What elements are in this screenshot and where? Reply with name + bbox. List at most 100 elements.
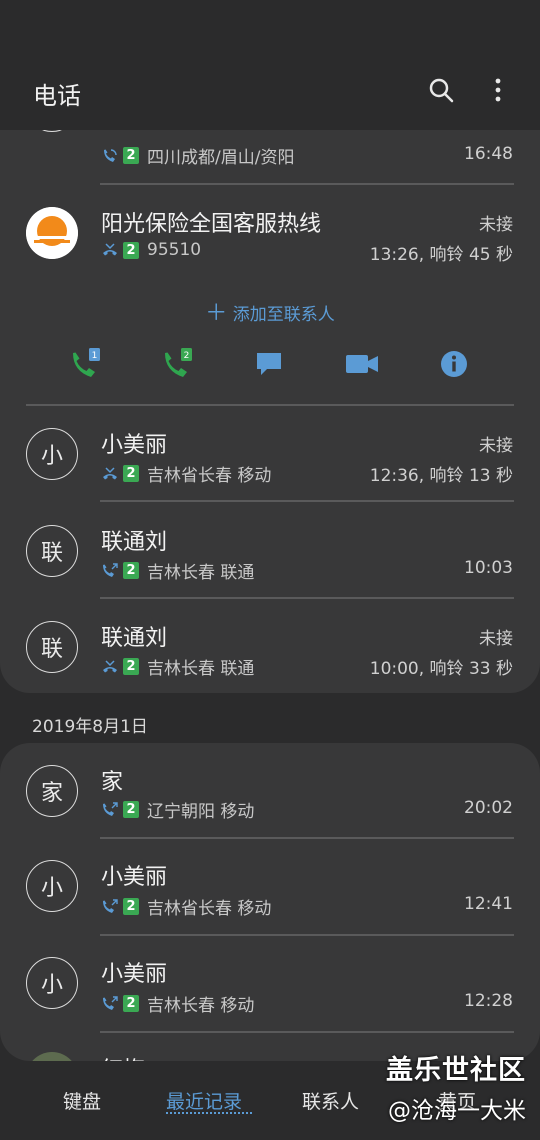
location: 吉林省长春 移动 <box>147 899 272 919</box>
more-vert-icon <box>495 78 501 102</box>
sim-badge: 2 <box>123 995 139 1012</box>
video-call-button[interactable] <box>342 344 382 384</box>
call-status: 未接 <box>479 436 513 456</box>
call-sim2-button[interactable]: 2 <box>158 344 198 384</box>
call-info: 2 吉林长春 联通 <box>101 654 254 679</box>
outgoing-call-icon <box>103 995 118 1010</box>
contact-name: 小美丽 <box>101 962 168 987</box>
call-status: 未接 <box>479 629 513 649</box>
call-time: 13:26, 响铃 45 秒 <box>369 245 513 265</box>
call-time: 12:28 <box>464 991 513 1011</box>
contact-name: 红梅 <box>101 1052 145 1061</box>
call-log-card-today: 2 四川成都/眉山/资阳 16:48 阳光保险全国客服热线 未接 2 95510… <box>0 90 540 693</box>
divider <box>100 597 514 599</box>
contact-name: 联通刘 <box>101 626 168 651</box>
watermark-user: @沧海一大米 <box>388 1098 526 1124</box>
sim-badge: 2 <box>123 658 139 675</box>
list-item[interactable]: 小 小美丽 2 吉林长春 移动 12:28 <box>0 937 540 1034</box>
call-time: 16:48 <box>464 144 513 164</box>
contact-name: 阳光保险全国客服热线 <box>101 212 322 237</box>
search-icon <box>429 78 454 103</box>
location: 辽宁朝阳 移动 <box>147 802 255 822</box>
avatar: 小 <box>26 957 78 1009</box>
company-logo <box>26 207 78 259</box>
app-bar: 电话 <box>0 0 540 130</box>
plus-icon: ＋ <box>205 301 228 326</box>
avatar: 联 <box>26 525 78 577</box>
call-info: 2 辽宁朝阳 移动 <box>101 797 254 822</box>
contact-name: 小美丽 <box>101 433 168 458</box>
contact-name: 家 <box>101 770 124 795</box>
video-camera-icon <box>346 355 378 373</box>
divider <box>100 934 514 936</box>
list-item[interactable]: 联 联通刘 未接 2 吉林长春 联通 10:00, 响铃 33 秒 <box>0 601 540 693</box>
phone-sim1-icon: 1 <box>73 348 100 377</box>
call-time: 10:03 <box>464 558 513 578</box>
svg-text:1: 1 <box>92 351 98 361</box>
location: 四川成都/眉山/资阳 <box>147 148 295 168</box>
add-to-contacts-button[interactable]: ＋ 添加至联系人 <box>0 295 540 327</box>
message-icon <box>257 353 281 375</box>
phone-number: 95510 <box>147 240 202 260</box>
location: 吉林省长春 移动 <box>147 466 272 486</box>
divider <box>100 1031 514 1033</box>
contact-name: 小美丽 <box>101 865 168 890</box>
list-item[interactable]: 家 家 2 辽宁朝阳 移动 20:02 <box>0 743 540 840</box>
call-info: 2 吉林省长春 移动 <box>101 894 271 919</box>
svg-text:2: 2 <box>184 351 190 361</box>
divider <box>100 183 514 185</box>
location: 吉林长春 联通 <box>147 563 255 583</box>
list-item[interactable]: 联 联通刘 2 吉林长春 联通 10:03 <box>0 505 540 602</box>
date-section-header: 2019年8月1日 <box>32 717 148 737</box>
info-icon <box>441 351 467 377</box>
call-sim1-button[interactable]: 1 <box>66 344 106 384</box>
call-info: 2 吉林长春 联通 <box>101 558 254 583</box>
more-options-button[interactable] <box>480 72 516 108</box>
call-info: 2 四川成都/眉山/资阳 <box>101 143 294 168</box>
sim-badge: 2 <box>123 898 139 915</box>
contact-name: 联通刘 <box>101 530 168 555</box>
call-info: 2 吉林省长春 移动 <box>101 461 271 486</box>
tab-contacts[interactable]: 联系人 <box>302 1087 359 1114</box>
avatar: 联 <box>26 621 78 673</box>
active-tab-indicator <box>166 1112 252 1114</box>
location: 吉林长春 联通 <box>147 659 255 679</box>
message-button[interactable] <box>249 344 289 384</box>
call-time: 20:02 <box>464 798 513 818</box>
watermark-brand: 盖乐世社区 <box>386 1055 526 1086</box>
sim-badge: 2 <box>123 465 139 482</box>
page-title: 电话 <box>33 82 81 110</box>
call-time: 12:41 <box>464 894 513 914</box>
list-item[interactable]: 小 小美丽 未接 2 吉林省长春 移动 12:36, 响铃 13 秒 <box>0 408 540 505</box>
call-time: 12:36, 响铃 13 秒 <box>369 466 513 486</box>
details-button[interactable] <box>434 344 474 384</box>
sim-badge: 2 <box>123 562 139 579</box>
call-info: 2 95510 <box>101 240 201 260</box>
sim-badge: 2 <box>123 801 139 818</box>
missed-call-icon <box>103 466 117 479</box>
call-time: 10:00, 响铃 33 秒 <box>369 659 513 679</box>
search-button[interactable] <box>423 72 459 108</box>
call-log-card-date: 家 家 2 辽宁朝阳 移动 20:02 小 小美丽 2 吉林省长春 移动 12:… <box>0 743 540 1061</box>
list-item[interactable]: 小 小美丽 2 吉林省长春 移动 12:41 <box>0 840 540 937</box>
avatar-photo <box>26 1052 78 1061</box>
divider <box>100 837 514 839</box>
call-info: 2 吉林长春 移动 <box>101 991 254 1016</box>
sim-badge: 2 <box>123 147 139 164</box>
location: 吉林长春 移动 <box>147 996 255 1016</box>
avatar: 家 <box>26 765 78 817</box>
watermark: 盖乐世社区 @沧海一大米 <box>386 1048 526 1125</box>
outgoing-call-icon <box>103 898 118 913</box>
add-contact-label: 添加至联系人 <box>232 305 335 325</box>
phone-sim2-icon: 2 <box>165 348 192 377</box>
missed-call-icon <box>103 659 117 672</box>
tab-recents[interactable]: 最近记录 <box>166 1087 242 1114</box>
wifi-call-icon <box>104 148 117 162</box>
outgoing-call-icon <box>103 801 118 816</box>
call-status: 未接 <box>479 215 513 235</box>
outgoing-call-icon <box>103 562 118 577</box>
avatar: 小 <box>26 860 78 912</box>
tab-keypad[interactable]: 键盘 <box>63 1087 101 1114</box>
sim-badge: 2 <box>123 241 139 259</box>
missed-call-icon <box>103 243 117 256</box>
